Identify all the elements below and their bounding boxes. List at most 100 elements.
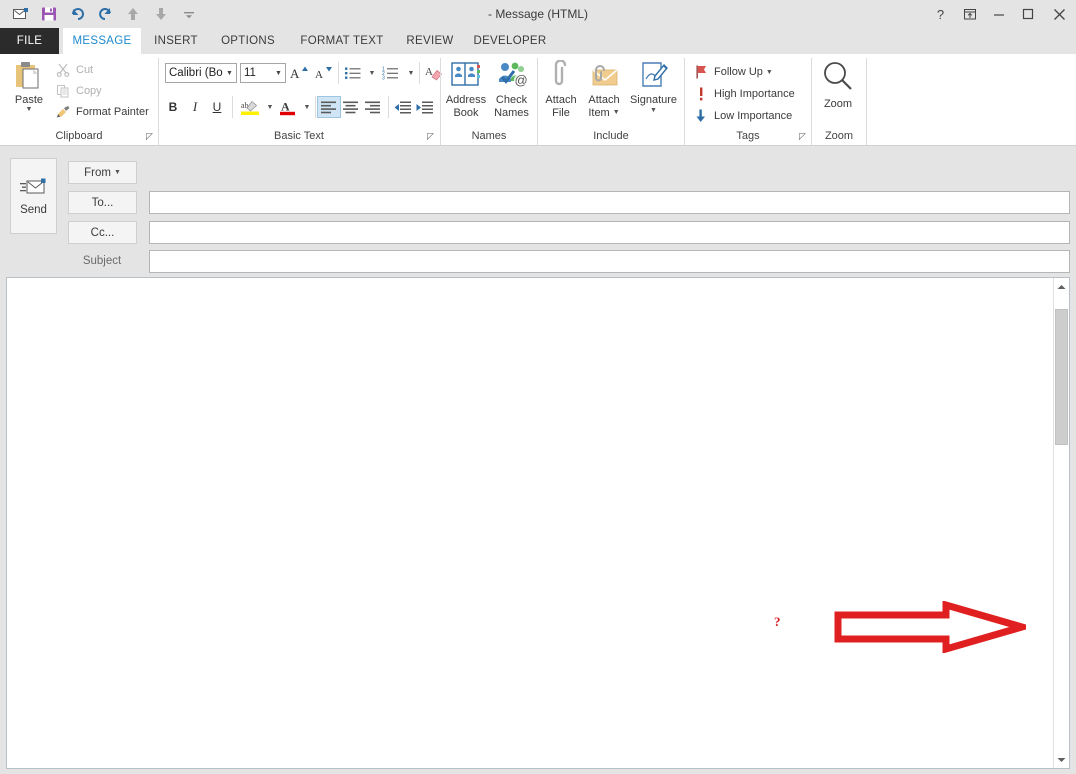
attach-item-button[interactable]: Attach Item ▼ (583, 60, 625, 136)
body-scrollbar[interactable] (1053, 278, 1069, 768)
cut-button[interactable]: Cut (52, 60, 142, 80)
underline-button[interactable]: U (207, 97, 227, 117)
increase-indent-button[interactable] (413, 97, 435, 117)
chevron-down-icon[interactable]: ▼ (272, 70, 285, 77)
ribbon-display-options-icon[interactable] (955, 0, 984, 28)
numbering-dropdown[interactable]: ▼ (403, 63, 416, 83)
to-button[interactable]: To... (68, 191, 137, 214)
flag-icon (692, 65, 710, 79)
send-button[interactable]: Send (10, 158, 57, 234)
high-importance-icon (692, 87, 710, 101)
svg-text:@: @ (514, 73, 527, 88)
numbering-button[interactable]: 1 2 3 (379, 63, 403, 83)
address-book-button[interactable]: Address Book (443, 60, 489, 136)
italic-button[interactable]: I (185, 97, 205, 117)
paste-button[interactable]: Paste ▼ (8, 60, 50, 138)
paste-caret-icon[interactable]: ▼ (26, 107, 33, 113)
minimize-button[interactable] (984, 0, 1013, 28)
ribbon-tab-bar: FILE MESSAGE INSERT OPTIONS FORMAT TEXT … (0, 28, 1076, 54)
save-icon[interactable] (36, 3, 62, 25)
text-highlight-color-button[interactable]: ab (238, 97, 262, 117)
signature-caret-icon[interactable]: ▼ (650, 107, 657, 114)
align-center-button[interactable] (340, 97, 362, 117)
follow-up-button[interactable]: Follow Up ▼ (690, 62, 780, 82)
tags-dialog-launcher[interactable]: ◸ (799, 131, 810, 142)
attach-file-button[interactable]: Attach File (541, 60, 581, 136)
font-color-dropdown[interactable]: ▼ (299, 97, 312, 117)
tab-developer[interactable]: DEVELOPER (467, 28, 553, 54)
low-importance-icon (692, 109, 710, 123)
tab-review[interactable]: REVIEW (399, 28, 461, 54)
grow-font-button[interactable]: A (288, 63, 310, 83)
scroll-down-arrow-icon[interactable] (1054, 751, 1069, 768)
align-right-button[interactable] (362, 97, 384, 117)
group-label-zoom: Zoom (813, 128, 865, 146)
bullets-dropdown[interactable]: ▼ (364, 63, 377, 83)
tab-insert[interactable]: INSERT (145, 28, 207, 54)
shrink-font-button[interactable]: A (312, 63, 334, 83)
attach-item-icon (587, 60, 621, 92)
check-names-label-line2: Names (494, 107, 529, 120)
chevron-down-icon: ▼ (114, 169, 121, 176)
message-icon[interactable] (8, 3, 34, 25)
clipboard-dialog-launcher[interactable]: ◸ (146, 131, 157, 142)
label-divider (158, 128, 159, 145)
high-importance-label: High Importance (714, 88, 795, 100)
decrease-indent-button[interactable] (391, 97, 413, 117)
chevron-down-icon[interactable]: ▼ (223, 70, 236, 77)
outlook-message-window: - Message (HTML) ? FILE MESSAGE (0, 0, 1076, 774)
chevron-down-icon[interactable]: ▼ (766, 69, 773, 76)
zoom-button[interactable]: Zoom (815, 60, 861, 136)
help-icon[interactable]: ? (926, 0, 955, 28)
address-book-icon (449, 60, 483, 92)
cc-button[interactable]: Cc... (68, 221, 137, 244)
cc-label: Cc... (91, 227, 115, 239)
label-divider (537, 128, 538, 145)
group-divider (158, 58, 159, 138)
from-button[interactable]: From ▼ (68, 161, 137, 184)
scrollbar-thumb[interactable] (1055, 309, 1068, 446)
close-button[interactable] (1042, 0, 1076, 28)
highlight-dropdown[interactable]: ▼ (262, 97, 275, 117)
to-input[interactable] (149, 191, 1070, 214)
signature-button[interactable]: Signature ▼ (627, 60, 680, 136)
bullets-icon (345, 66, 362, 80)
tab-file[interactable]: FILE (0, 28, 59, 54)
basic-text-dialog-launcher[interactable]: ◸ (427, 131, 438, 142)
message-body-input[interactable]: ? ? (7, 278, 1053, 768)
scroll-up-arrow-icon[interactable] (1054, 278, 1069, 295)
redo-icon[interactable] (92, 3, 118, 25)
group-divider (866, 58, 867, 138)
check-names-icon: @ (495, 60, 529, 92)
tab-options[interactable]: OPTIONS (211, 28, 285, 54)
ribbon-group-labels: Clipboard ◸ Basic Text ◸ Names Include T… (0, 128, 1076, 146)
tab-message[interactable]: MESSAGE (63, 28, 141, 54)
to-label: To... (92, 197, 114, 209)
low-importance-button[interactable]: Low Importance (690, 106, 810, 126)
format-painter-button[interactable]: Format Painter (52, 102, 159, 122)
chevron-down-icon[interactable]: ▼ (613, 107, 620, 120)
font-name-combo[interactable]: Calibri (Bod ▼ (165, 63, 237, 83)
previous-item-icon[interactable] (120, 3, 146, 25)
svg-text:A: A (290, 66, 300, 81)
font-color-button[interactable]: A (276, 97, 299, 117)
undo-icon[interactable] (64, 3, 90, 25)
maximize-button[interactable] (1013, 0, 1042, 28)
subject-input[interactable] (149, 250, 1070, 273)
customize-quick-access-toolbar-icon[interactable] (176, 3, 202, 25)
cut-icon (54, 63, 72, 77)
format-painter-icon (54, 105, 72, 119)
next-item-icon[interactable] (148, 3, 174, 25)
check-names-button[interactable]: @ Check Names (490, 60, 533, 136)
grow-font-icon: A (290, 65, 308, 81)
high-importance-button[interactable]: High Importance (690, 84, 810, 104)
copy-button[interactable]: Copy (52, 81, 142, 101)
align-left-button[interactable] (318, 97, 340, 117)
tab-format-text[interactable]: FORMAT TEXT (291, 28, 393, 54)
clear-formatting-button[interactable]: A (423, 63, 445, 83)
bold-button[interactable]: B (163, 97, 183, 117)
font-size-combo[interactable]: 11 ▼ (240, 63, 286, 83)
cc-input[interactable] (149, 221, 1070, 244)
annotation-arrow-1 (834, 601, 1026, 653)
bullets-button[interactable] (342, 63, 364, 83)
